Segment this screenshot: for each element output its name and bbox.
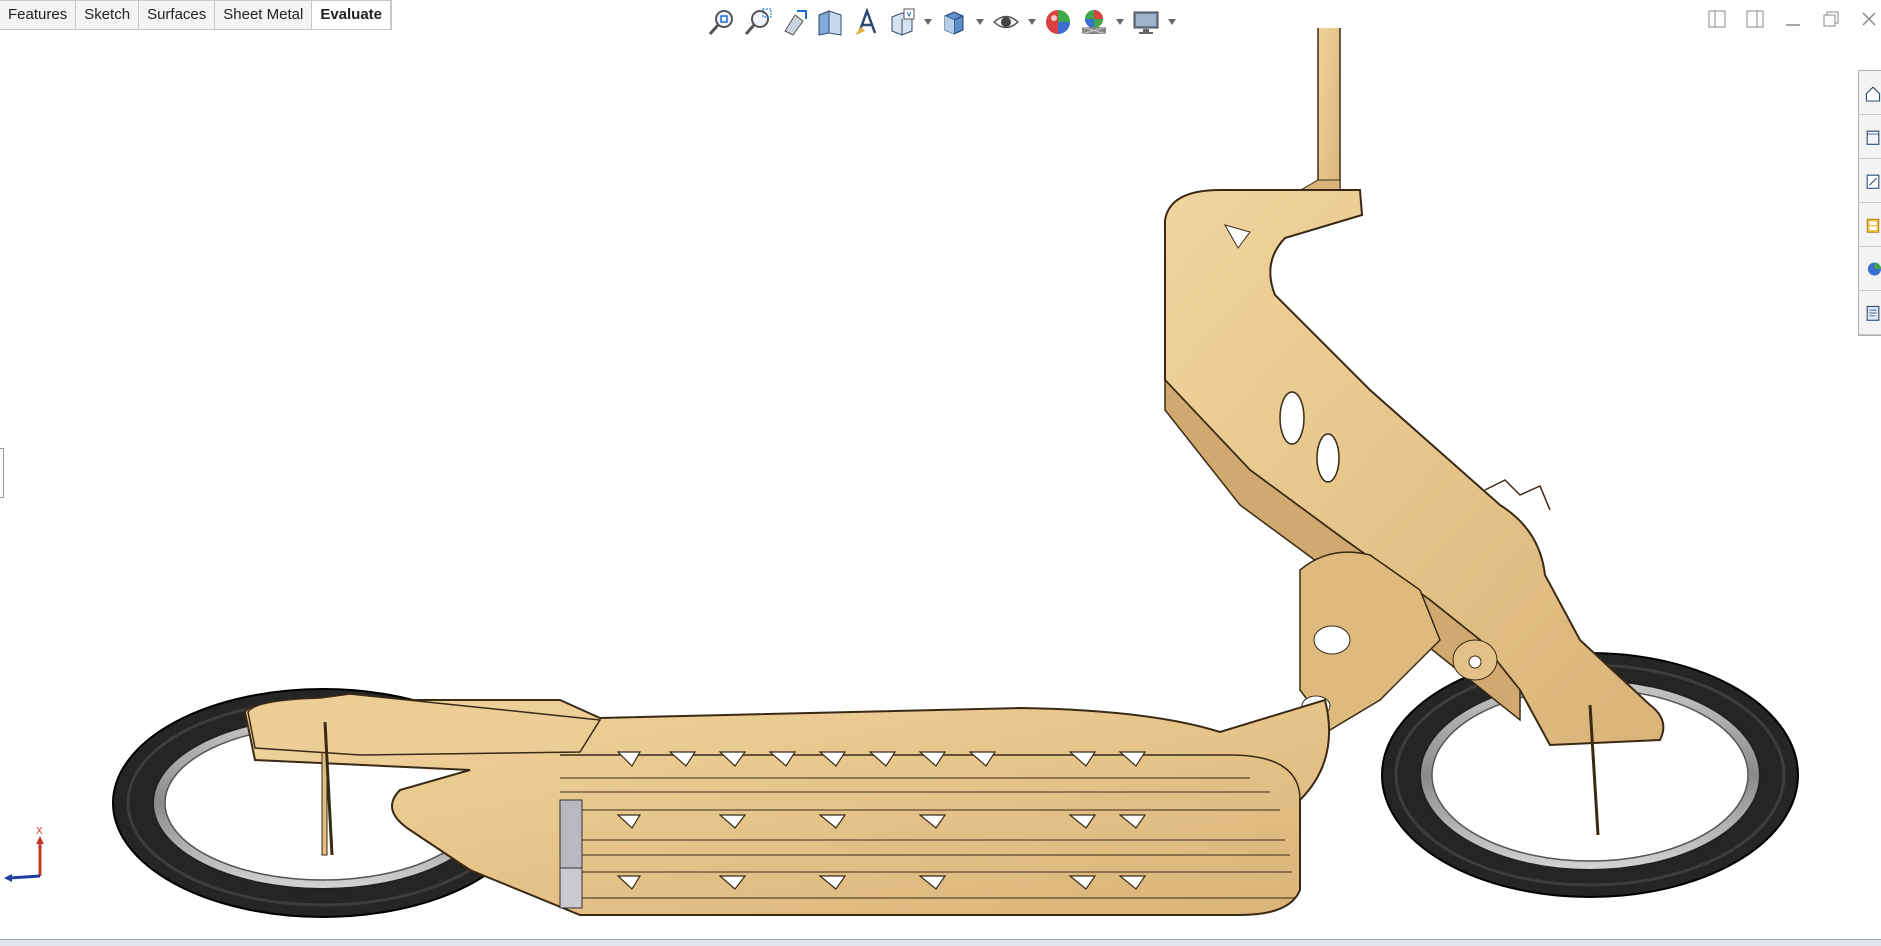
tab-evaluate[interactable]: Evaluate [312,1,392,29]
tab-sketch[interactable]: Sketch [76,1,140,29]
scooter-model-view[interactable] [0,3,1881,938]
tab-features[interactable]: Features [0,1,77,29]
reference-triad: X [2,826,52,886]
graphics-area[interactable] [0,3,1881,938]
tab-sheet-metal[interactable]: Sheet Metal [215,1,313,29]
steering-stem [1268,3,1341,209]
triad-x-label: X [36,826,43,837]
tab-surfaces[interactable]: Surfaces [139,1,216,29]
command-manager-tabs: Features Sketch Surfaces Sheet Metal Eva… [0,0,393,30]
